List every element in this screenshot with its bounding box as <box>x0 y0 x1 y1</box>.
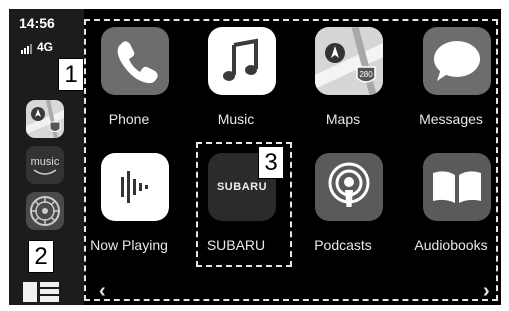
page-right-arrow-icon[interactable]: › <box>483 281 490 301</box>
network-type: 4G <box>37 40 54 54</box>
page-left-arrow-icon[interactable]: ‹ <box>99 281 106 301</box>
sidebar-settings-shortcut[interactable] <box>26 192 64 230</box>
maps-icon <box>26 100 64 138</box>
sidebar-amazon-music-shortcut[interactable]: music <box>26 146 64 184</box>
status-network: 4G <box>21 40 53 54</box>
callout-3: 3 <box>258 146 284 179</box>
signal-bars-icon <box>21 44 32 54</box>
sidebar-maps-shortcut[interactable] <box>26 100 64 138</box>
carplay-screen: 14:56 4G music Phone Music 280 Maps Mess… <box>9 9 501 305</box>
gear-icon <box>30 196 60 226</box>
dashboard-toggle-icon[interactable] <box>23 282 59 302</box>
smile-arrow-icon <box>33 169 57 175</box>
callout-2: 2 <box>28 240 54 273</box>
amazon-music-icon-text: music <box>30 156 60 168</box>
callout-1: 1 <box>58 58 84 91</box>
status-time: 14:56 <box>19 15 55 31</box>
